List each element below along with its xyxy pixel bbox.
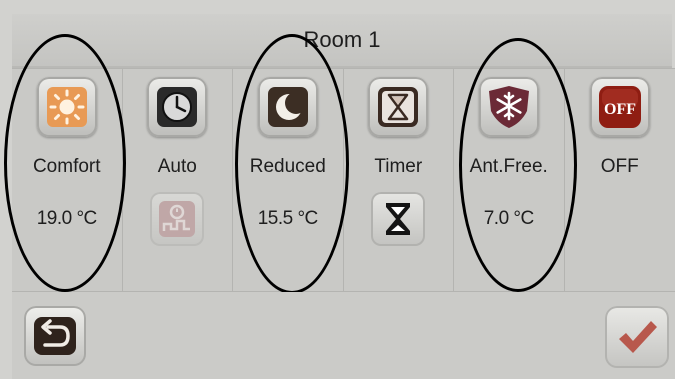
temperature-value: 7.0 °C <box>483 208 535 229</box>
mode-sub-area <box>565 187 675 251</box>
page-title: Room 1 <box>303 27 381 52</box>
off-button[interactable]: OFF <box>589 77 650 137</box>
mode-label: Ant.Free. <box>469 156 548 177</box>
auto-button[interactable] <box>147 77 208 137</box>
mode-label: Timer <box>374 156 423 177</box>
confirm-button[interactable] <box>605 306 669 368</box>
back-button[interactable] <box>24 306 86 366</box>
mode-grid: Comfort 19.0 °C Auto Reduced 15.5 °C Tim… <box>12 68 675 293</box>
mode-sub-area <box>123 187 233 251</box>
mode-reduced[interactable]: Reduced 15.5 °C <box>233 69 344 291</box>
temperature-value: 15.5 °C <box>257 208 319 229</box>
timer-button[interactable] <box>368 77 429 137</box>
checkmark-icon <box>619 321 657 353</box>
mode-sub-area: 15.5 °C <box>233 187 343 251</box>
mode-label: Comfort <box>32 156 101 177</box>
reduced-button[interactable] <box>257 77 318 137</box>
moon-icon <box>267 87 308 127</box>
snowflake-icon <box>488 86 529 128</box>
antifreeze-button[interactable] <box>478 77 539 137</box>
schedule-button[interactable] <box>150 192 205 246</box>
mode-antifreeze[interactable]: Ant.Free. 7.0 °C <box>454 69 565 291</box>
svg-text:OFF: OFF <box>604 101 636 118</box>
mode-label: OFF <box>600 156 639 177</box>
sun-icon <box>46 87 87 127</box>
clock-icon <box>157 87 198 127</box>
bottom-bar <box>12 292 675 379</box>
title-bar: Room 1 <box>12 14 672 68</box>
temperature-value: 19.0 °C <box>36 208 98 229</box>
comfort-button[interactable] <box>36 77 97 137</box>
schedule-icon <box>159 201 196 237</box>
hourglass-icon <box>378 87 419 127</box>
mode-auto[interactable]: Auto <box>123 69 233 291</box>
mode-comfort[interactable]: Comfort 19.0 °C <box>12 69 123 291</box>
hourglass-icon <box>386 203 411 235</box>
off-icon: OFF <box>598 86 641 128</box>
thermostat-screen: Room 1 Comfort 19.0 °C Auto Reduced 15.5… <box>0 0 675 379</box>
mode-off[interactable]: OFF OFF <box>565 69 675 291</box>
mode-sub-area <box>344 187 454 251</box>
mode-timer[interactable]: Timer <box>344 69 454 291</box>
mode-label: Reduced <box>249 156 326 177</box>
mode-label: Auto <box>157 156 197 177</box>
back-arrow-icon <box>34 317 76 355</box>
timer-set-button[interactable] <box>371 192 426 246</box>
mode-sub-area: 7.0 °C <box>454 187 564 251</box>
mode-sub-area: 19.0 °C <box>12 187 122 251</box>
